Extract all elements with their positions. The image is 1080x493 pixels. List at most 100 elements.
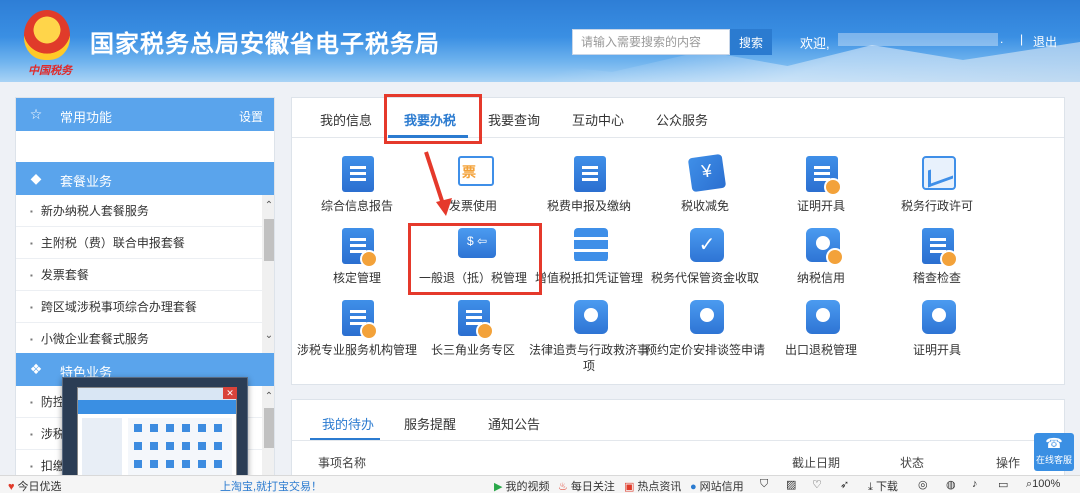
site-title: 国家税务总局安徽省电子税务局 (90, 31, 440, 58)
package-scrollbar[interactable]: ⌃ ⌄ (262, 195, 274, 353)
site-credit-label: 网站信用 (699, 481, 744, 493)
grid-item-label: 出口退税管理 (784, 343, 857, 357)
scroll-thumb[interactable] (264, 219, 274, 261)
thumbnail-header (78, 400, 236, 414)
grid-item-legal-remedy[interactable]: 法律追责与行政救济事项 (524, 300, 654, 373)
site-header: 中国税务 国家税务总局安徽省电子税务局 搜索 欢迎, . | 退出 (0, 0, 1080, 82)
scroll-thumb[interactable] (264, 408, 274, 448)
scroll-up-icon[interactable]: ⌃ (262, 390, 274, 404)
scroll-up-icon[interactable]: ⌃ (262, 199, 274, 213)
grid-item-label: 税务行政许可 (900, 199, 973, 213)
grid-item-label: 涉税专业服务机构管理 (296, 343, 417, 357)
thumbnail-grid (128, 418, 232, 476)
tab-interaction-center[interactable]: 互动中心 (572, 110, 624, 129)
username-dot: . (1000, 32, 1004, 46)
yuan-icon (687, 153, 727, 193)
grid-item-custody-funds[interactable]: 税务代保管资金收取 (640, 228, 770, 298)
thumbnail-close-icon[interactable]: ✕ (223, 387, 237, 399)
pricing-user-icon (690, 300, 724, 334)
image-icon[interactable]: ▨ (786, 478, 796, 491)
thumbnail-sidebar (82, 418, 122, 476)
search-input[interactable] (572, 29, 730, 55)
tab-notice[interactable]: 通知公告 (488, 414, 540, 433)
common-functions-title: 常用功能 (60, 110, 113, 125)
grid-item-info-report[interactable]: 综合信息报告 (292, 156, 422, 226)
grid-item-certificate[interactable]: 证明开具 (756, 156, 886, 226)
list-item[interactable]: 发票套餐 (16, 259, 262, 291)
tab-my-todo[interactable]: 我的待办 (322, 414, 374, 433)
my-videos-label: 我的视频 (505, 481, 550, 493)
my-videos[interactable]: ▶ 我的视频 (494, 478, 549, 493)
list-item[interactable]: 新办纳税人套餐服务 (16, 195, 262, 227)
online-service-button[interactable]: ☎ 在线客服 (1034, 433, 1074, 471)
special-scrollbar[interactable]: ⌃ (262, 386, 274, 476)
globe-icon[interactable]: ◍ (946, 478, 956, 491)
agency-icon (342, 300, 378, 340)
zoom-label: 100% (1032, 478, 1061, 490)
tab-query[interactable]: 我要查询 (488, 110, 540, 129)
column-deadline: 截止日期 (792, 456, 841, 470)
grid-item-label: 综合信息报告 (320, 199, 393, 213)
grid-item-export-refund[interactable]: 出口退税管理 (756, 300, 886, 370)
zoom-control[interactable]: ⌕100% (1026, 478, 1060, 491)
credit-user-icon (806, 228, 844, 266)
hot-news-label: 热点资讯 (637, 481, 682, 493)
tab-service-reminder[interactable]: 服务提醒 (404, 414, 456, 433)
grid-item-vat-voucher[interactable]: 增值税抵扣凭证管理 (524, 228, 654, 298)
game-icon[interactable]: ◎ (918, 478, 928, 491)
certificate-icon (806, 156, 842, 196)
grid-item-label: 增值税抵扣凭证管理 (534, 271, 643, 285)
online-service-label: 在线客服 (1035, 455, 1072, 465)
list-item[interactable]: 小微企业套餐式服务 (16, 323, 262, 355)
flame-icon: ♨ (558, 481, 568, 493)
grid-item-inspection[interactable]: 稽查检查 (872, 228, 1002, 298)
package-business-header[interactable]: ◆ 套餐业务 (16, 162, 274, 195)
heartbeat-icon[interactable]: ♡ (812, 478, 822, 491)
grid-item-certificate-2[interactable]: 证明开具 (872, 300, 1002, 370)
layout-icon[interactable]: ▭ (998, 478, 1008, 491)
highlight-box-refund (408, 223, 542, 295)
certificate-user-icon (922, 300, 956, 334)
grid-item-tax-reduction[interactable]: 税收减免 (640, 153, 770, 226)
grid-item-admin-license[interactable]: 税务行政许可 (872, 156, 1002, 226)
invoice-icon (458, 156, 494, 186)
shield-icon[interactable]: ⛉ (760, 478, 768, 491)
hot-news[interactable]: ▣ 热点资讯 (624, 478, 681, 493)
tab-public-service[interactable]: 公众服务 (656, 110, 708, 129)
rocket-icon[interactable]: ➶ (840, 478, 849, 491)
logout-link[interactable]: 退出 (1033, 33, 1057, 50)
grid-item-assessment[interactable]: 核定管理 (292, 228, 422, 298)
download-button[interactable]: ⤓ 下载 (868, 478, 898, 493)
today-picks[interactable]: ♥ 今日优选 (8, 478, 62, 493)
list-item[interactable]: 主附税（费）联合申报套餐 (16, 227, 262, 259)
grid-item-invoice-use[interactable]: 发票使用 (408, 156, 538, 226)
column-action: 操作 (996, 456, 1021, 470)
grid-item-label: 证明开具 (912, 343, 961, 357)
promo-link[interactable]: 上淘宝,就打宝交易！ (220, 478, 322, 493)
speaker-icon[interactable]: ♪ (972, 478, 978, 490)
search-button[interactable]: 搜索 (730, 29, 772, 55)
browser-status-bar: ♥ 今日优选 上淘宝,就打宝交易！ ▶ 我的视频 ♨ 每日关注 ▣ 热点资讯 ● 网站信用… (0, 475, 1080, 493)
header-separator: | (1020, 32, 1024, 46)
grid-item-tax-credit[interactable]: 纳税信用 (756, 228, 886, 298)
grid-item-pricing-arrangement[interactable]: 预约定价安排谈签申请 (640, 300, 770, 370)
star-icon: ☆ (29, 106, 43, 122)
thumbnail-browser-bar (78, 388, 236, 400)
grid-item-professional-agency[interactable]: 涉税专业服务机构管理 (292, 300, 422, 370)
grid-item-tax-declaration[interactable]: 税费申报及缴纳 (524, 156, 654, 226)
heart-icon: ♥ (8, 481, 15, 493)
daily-focus[interactable]: ♨ 每日关注 (558, 478, 615, 493)
column-item-name: 事项名称 (318, 456, 367, 470)
common-functions-header[interactable]: ☆ 常用功能 设置 (16, 98, 274, 131)
scroll-down-icon[interactable]: ⌄ (262, 329, 274, 343)
settings-link[interactable]: 设置 (239, 108, 263, 125)
drop-icon: ● (690, 481, 697, 493)
window-thumbnail-preview[interactable]: ✕ (62, 377, 248, 485)
legal-user-icon (574, 300, 608, 334)
list-item[interactable]: 跨区域涉税事项综合办理套餐 (16, 291, 262, 323)
grid-item-yangtze-delta[interactable]: 长三角业务专区 (408, 300, 538, 370)
todo-divider (292, 440, 1064, 441)
tab-my-info[interactable]: 我的信息 (320, 110, 372, 129)
headset-icon: ☎ (1045, 435, 1063, 451)
site-credit[interactable]: ● 网站信用 (690, 478, 744, 493)
